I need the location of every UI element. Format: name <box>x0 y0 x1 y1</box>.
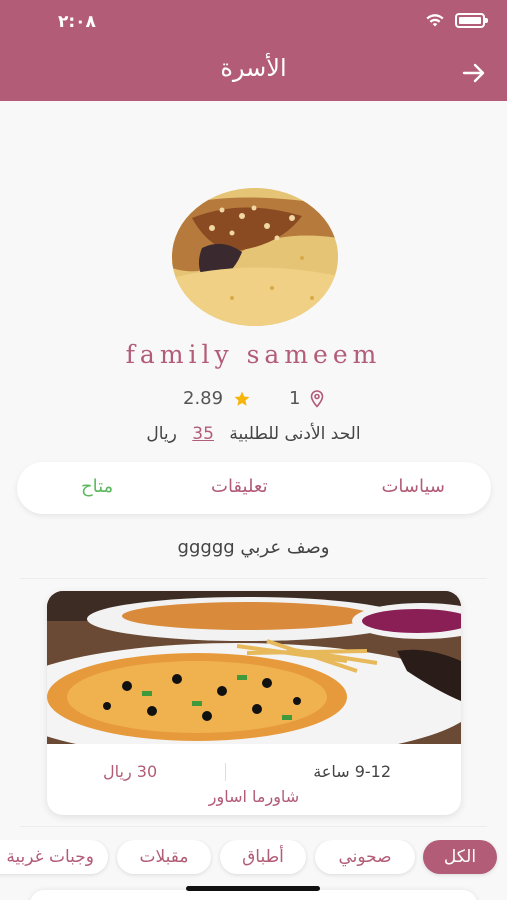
location-pin-icon <box>311 389 324 408</box>
home-indicator <box>186 886 320 891</box>
divider <box>20 578 487 579</box>
rating-value: 2.89 <box>183 388 224 409</box>
location-count: 1 <box>289 388 301 409</box>
category-appetizers[interactable]: مقبلات <box>117 840 211 874</box>
category-western-meals[interactable]: وجبات غربية <box>0 840 108 874</box>
arrow-right-icon[interactable] <box>459 58 489 88</box>
prep-time: 9-12 ساعة <box>313 762 391 781</box>
separator <box>225 763 226 781</box>
tab-policies[interactable]: سياسات <box>381 476 445 497</box>
product-image <box>47 591 461 744</box>
info-tabs: سياسات تعليقات متاح <box>17 462 491 514</box>
star-icon <box>234 391 250 406</box>
rating: 2.89 <box>183 388 251 409</box>
app-header: ٢:٠٨ الأسرة <box>0 0 507 101</box>
availability-status: متاح <box>81 476 114 497</box>
min-order-amount: 35 <box>192 424 214 444</box>
family-avatar <box>172 188 338 326</box>
family-description: وصف عربي ggggg <box>177 537 330 558</box>
product-name: شاورما اساور <box>208 787 300 806</box>
battery-icon <box>455 12 488 28</box>
min-order-label: الحد الأدنى للطلبية <box>229 424 361 444</box>
category-tabs: الكل صحوني أطباق مقبلات وجبات غربية <box>0 840 507 880</box>
category-all[interactable]: الكل <box>423 840 497 874</box>
status-icons <box>425 12 488 28</box>
divider <box>20 826 487 827</box>
status-time: ٢:٠٨ <box>58 12 96 32</box>
wifi-icon <box>426 14 444 27</box>
location: 1 <box>289 388 324 409</box>
tab-comments[interactable]: تعليقات <box>211 476 268 497</box>
family-meta: 2.89 1 <box>0 388 507 414</box>
minimum-order: الحد الأدنى للطلبية 35 ريال <box>0 424 507 444</box>
category-plates[interactable]: صحوني <box>315 840 415 874</box>
min-order-currency: ريال <box>146 424 177 444</box>
product-card[interactable]: 9-12 ساعة 30 ريال شاورما اساور <box>47 591 461 815</box>
category-dishes[interactable]: أطباق <box>220 840 306 874</box>
next-product-card[interactable] <box>30 890 477 900</box>
family-name: family sameem <box>125 340 382 369</box>
product-price: 30 ريال <box>103 762 158 781</box>
page-title: الأسرة <box>220 54 287 82</box>
